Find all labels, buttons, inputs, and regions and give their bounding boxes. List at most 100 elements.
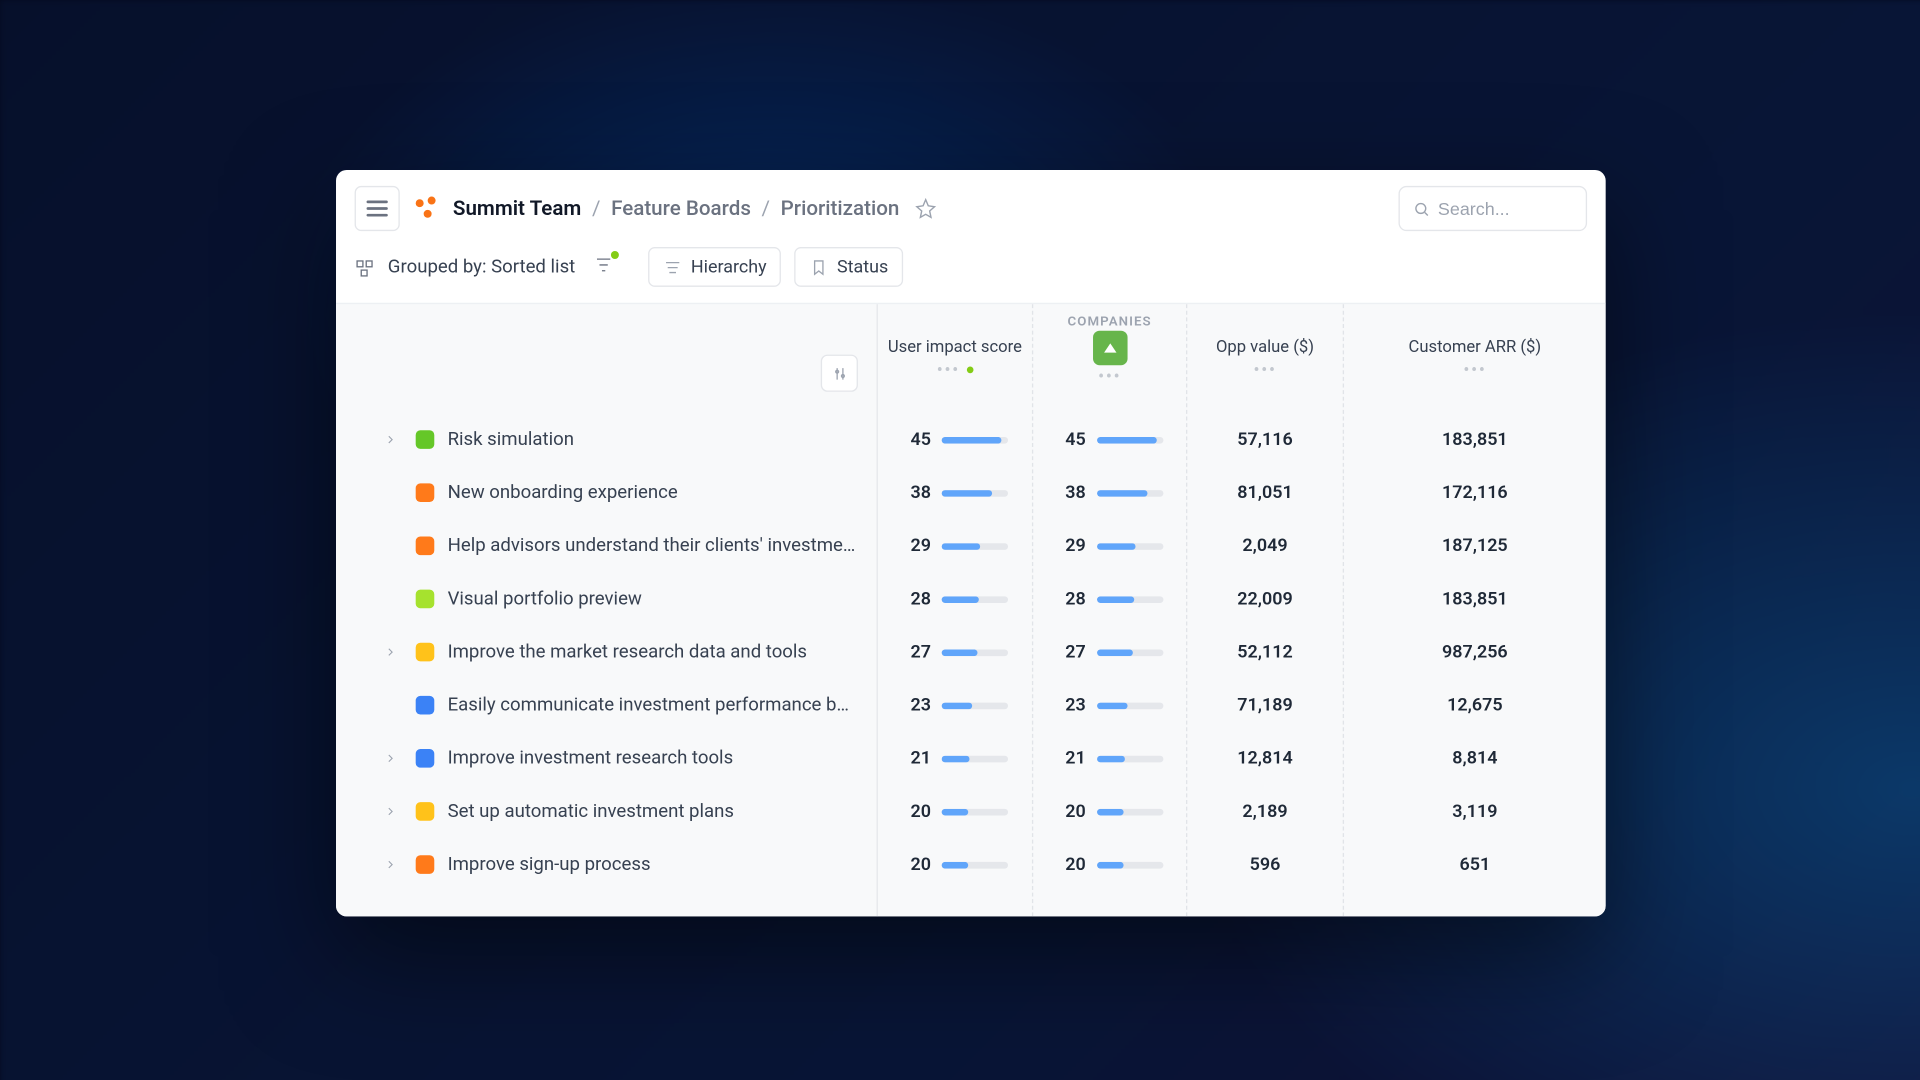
opp-cell[interactable]: 2,189	[1187, 785, 1342, 838]
row-title: Easily communicate investment performanc…	[448, 695, 857, 716]
hierarchy-label: Hierarchy	[691, 256, 767, 277]
arr-cell[interactable]: 8,814	[1344, 732, 1606, 785]
score-bar	[1096, 436, 1162, 443]
companies-cell[interactable]: 27	[1033, 626, 1186, 679]
score-bar	[942, 489, 1008, 496]
opp-value: 22,009	[1237, 588, 1292, 609]
score-bar	[1096, 649, 1162, 656]
opp-cell[interactable]: 596	[1187, 838, 1342, 891]
opp-cell[interactable]: 2,049	[1187, 519, 1342, 572]
column-settings-button[interactable]	[821, 355, 858, 392]
table-row[interactable]: Easily communicate investment performanc…	[336, 679, 877, 732]
star-icon[interactable]	[915, 198, 936, 219]
score-bar	[942, 596, 1008, 603]
opp-cell[interactable]: 12,814	[1187, 732, 1342, 785]
companies-cell[interactable]: 23	[1033, 679, 1186, 732]
arr-cell[interactable]: 187,125	[1344, 519, 1606, 572]
companies-cell[interactable]: 20	[1033, 785, 1186, 838]
impact-cell[interactable]: 45	[878, 413, 1032, 466]
opp-value: 2,049	[1242, 535, 1287, 556]
breadcrumb-page[interactable]: Prioritization	[781, 197, 900, 221]
impact-cell[interactable]: 27	[878, 626, 1032, 679]
opp-cell[interactable]: 52,112	[1187, 626, 1342, 679]
companies-cell[interactable]: 20	[1033, 838, 1186, 891]
color-swatch	[416, 537, 435, 556]
impact-cell[interactable]: 21	[878, 732, 1032, 785]
color-swatch	[416, 696, 435, 715]
companies-cell[interactable]: 28	[1033, 572, 1186, 625]
search-input[interactable]	[1438, 199, 1573, 219]
sliders-icon	[831, 365, 848, 382]
row-title: Improve sign-up process	[448, 854, 651, 875]
company-logo-icon	[1092, 331, 1127, 366]
companies-value: 23	[1057, 695, 1086, 716]
impact-cell[interactable]: 38	[878, 466, 1032, 519]
impact-value: 38	[902, 482, 931, 503]
impact-label: User impact score	[888, 338, 1022, 358]
hierarchy-button[interactable]: Hierarchy	[648, 247, 781, 287]
filter-active-dot	[611, 250, 619, 258]
impact-cell[interactable]: 20	[878, 785, 1032, 838]
table-row[interactable]: Help advisors understand their clients' …	[336, 519, 877, 572]
row-title: New onboarding experience	[448, 482, 678, 503]
companies-value: 28	[1057, 588, 1086, 609]
impact-cell[interactable]: 20	[878, 838, 1032, 891]
expand-toggle[interactable]	[379, 805, 403, 818]
color-swatch	[416, 855, 435, 874]
score-bar	[942, 702, 1008, 709]
hamburger-icon	[367, 201, 388, 217]
table-row[interactable]: Risk simulation	[336, 413, 877, 466]
companies-cell[interactable]: 38	[1033, 466, 1186, 519]
chevron-right-icon	[384, 752, 397, 765]
companies-cell[interactable]: 29	[1033, 519, 1186, 572]
arr-cell[interactable]: 183,851	[1344, 413, 1606, 466]
table-row[interactable]: Improve investment research tools	[336, 732, 877, 785]
search-box[interactable]	[1398, 186, 1587, 231]
table-row[interactable]: Visual portfolio preview	[336, 572, 877, 625]
chevron-right-icon	[384, 805, 397, 818]
breadcrumb-board[interactable]: Feature Boards	[611, 197, 751, 221]
expand-toggle[interactable]	[379, 752, 403, 765]
arr-cell[interactable]: 651	[1344, 838, 1606, 891]
opp-cell[interactable]: 57,116	[1187, 413, 1342, 466]
arr-cell[interactable]: 3,119	[1344, 785, 1606, 838]
impact-value: 20	[902, 854, 931, 875]
expand-toggle[interactable]	[379, 858, 403, 871]
opp-cell[interactable]: 22,009	[1187, 572, 1342, 625]
grouped-by-label[interactable]: Grouped by: Sorted list	[388, 256, 575, 277]
table-row[interactable]: New onboarding experience	[336, 466, 877, 519]
arr-value: 172,116	[1442, 482, 1508, 503]
status-button[interactable]: Status	[795, 247, 903, 287]
companies-column: COMPANIES ••• 453829282723212020	[1033, 304, 1187, 916]
opp-header[interactable]: Opp value ($) •••	[1187, 304, 1342, 413]
color-swatch	[416, 590, 435, 609]
color-swatch	[416, 430, 435, 449]
companies-cell[interactable]: 45	[1033, 413, 1186, 466]
table-row[interactable]: Set up automatic investment plans	[336, 785, 877, 838]
arr-cell[interactable]: 183,851	[1344, 572, 1606, 625]
filter-button[interactable]	[594, 254, 614, 279]
arr-header[interactable]: Customer ARR ($) •••	[1344, 304, 1606, 413]
arr-cell[interactable]: 12,675	[1344, 679, 1606, 732]
score-bar	[942, 649, 1008, 656]
impact-header[interactable]: User impact score •••	[878, 304, 1032, 413]
impact-cell[interactable]: 29	[878, 519, 1032, 572]
breadcrumb-team[interactable]: Summit Team	[453, 197, 581, 221]
table-row[interactable]: Improve the market research data and too…	[336, 626, 877, 679]
impact-cell[interactable]: 28	[878, 572, 1032, 625]
arr-cell[interactable]: 987,256	[1344, 626, 1606, 679]
menu-button[interactable]	[355, 186, 400, 231]
opp-cell[interactable]: 81,051	[1187, 466, 1342, 519]
opp-cell[interactable]: 71,189	[1187, 679, 1342, 732]
table-row[interactable]: Improve sign-up process	[336, 838, 877, 891]
opp-label: Opp value ($)	[1216, 338, 1314, 358]
group-icon	[355, 257, 375, 277]
opp-value: 2,189	[1242, 801, 1287, 822]
arr-cell[interactable]: 172,116	[1344, 466, 1606, 519]
expand-toggle[interactable]	[379, 645, 403, 658]
companies-header[interactable]: COMPANIES •••	[1033, 304, 1186, 413]
impact-cell[interactable]: 23	[878, 679, 1032, 732]
expand-toggle[interactable]	[379, 433, 403, 446]
companies-cell[interactable]: 21	[1033, 732, 1186, 785]
companies-value: 38	[1057, 482, 1086, 503]
